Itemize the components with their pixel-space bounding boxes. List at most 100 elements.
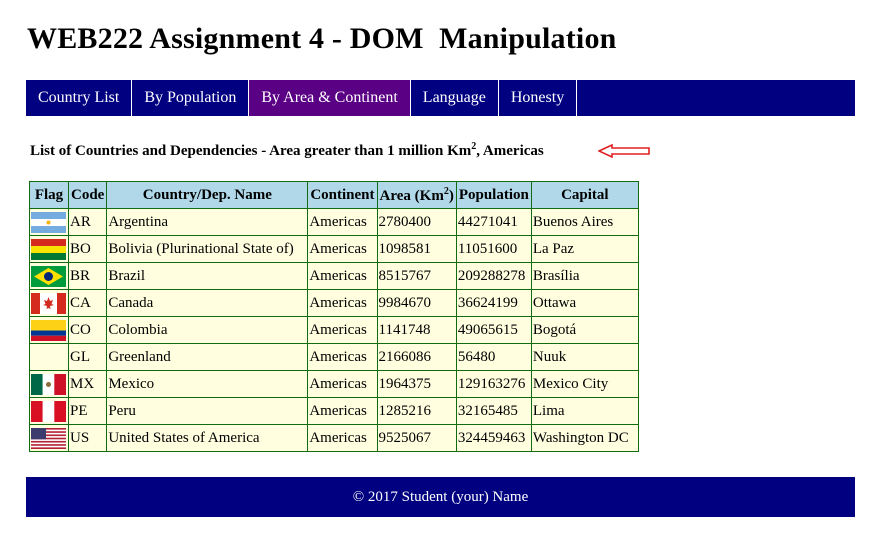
cell-area: 8515767: [376, 262, 457, 290]
cell-name: Greenland: [106, 343, 309, 371]
footer: © 2017 Student (your) Name: [26, 477, 855, 517]
cell-code: PE: [67, 397, 108, 425]
flag-canada-icon: [31, 292, 66, 314]
header-flag: Flag: [29, 181, 69, 209]
header-capital: Capital: [530, 181, 639, 209]
cell-capital: Mexico City: [530, 370, 639, 398]
cell-continent: Americas: [307, 343, 378, 371]
cell-population: 36624199: [455, 289, 532, 317]
cell-flag: [29, 289, 69, 317]
cell-capital: Nuuk: [530, 343, 639, 371]
cell-population: 324459463: [455, 424, 532, 452]
table-row: GL Greenland Americas 2166086 56480 Nuuk: [29, 343, 639, 371]
cell-code: BR: [67, 262, 108, 290]
cell-area: 9984670: [376, 289, 457, 317]
table-caption: List of Countries and Dependencies - Are…: [30, 141, 544, 160]
table-row: PE Peru Americas 1285216 32165485 Lima: [29, 397, 639, 425]
table-row: MX Mexico Americas 1964375 129163276 Mexico C…: [29, 370, 639, 398]
flag-colombia-icon: [31, 319, 66, 341]
cell-population: 11051600: [455, 235, 532, 263]
cell-capital: Bogotá: [530, 316, 639, 344]
cell-population: 32165485: [455, 397, 532, 425]
cell-code: CO: [67, 316, 108, 344]
cell-continent: Americas: [307, 424, 378, 452]
cell-flag: [29, 316, 69, 344]
flag-mexico-icon: [31, 373, 66, 395]
cell-name: Canada: [106, 289, 309, 317]
cell-flag: [29, 208, 69, 236]
cell-area: 2780400: [376, 208, 457, 236]
cell-capital: Brasília: [530, 262, 639, 290]
cell-population: 44271041: [455, 208, 532, 236]
flag-usa-icon: [31, 427, 66, 449]
table-row: BR Brazil Americas 8515767 209288278 Brasília: [29, 262, 639, 290]
nav-by-area-continent[interactable]: By Area & Continent: [249, 80, 411, 116]
cell-code: BO: [67, 235, 108, 263]
header-area-text: Area (Km: [379, 187, 444, 204]
cell-population: 49065615: [455, 316, 532, 344]
cell-area: 1964375: [376, 370, 457, 398]
cell-code: US: [67, 424, 108, 452]
cell-area: 2166086: [376, 343, 457, 371]
cell-name: Bolivia (Plurinational State of): [106, 235, 309, 263]
cell-code: GL: [67, 343, 108, 371]
flag-brazil-icon: [31, 265, 66, 287]
flag-peru-icon: [31, 400, 66, 422]
header-name: Country/Dep. Name: [106, 181, 309, 209]
cell-continent: Americas: [307, 370, 378, 398]
cell-population: 129163276: [455, 370, 532, 398]
cell-population: 209288278: [455, 262, 532, 290]
cell-flag: [29, 262, 69, 290]
nav-country-list[interactable]: Country List: [26, 80, 133, 116]
cell-capital: La Paz: [530, 235, 639, 263]
cell-continent: Americas: [307, 208, 378, 236]
cell-continent: Americas: [307, 235, 378, 263]
nav-by-population[interactable]: By Population: [132, 80, 250, 116]
cell-flag: [29, 424, 69, 452]
cell-flag: [29, 235, 69, 263]
table-header-row: Flag Code Country/Dep. Name Continent Ar…: [29, 181, 639, 209]
cell-code: AR: [67, 208, 108, 236]
page-title: WEB222 Assignment 4 - DOM Manipulation: [27, 22, 617, 55]
countries-table: Flag Code Country/Dep. Name Continent Ar…: [29, 181, 639, 452]
flag-bolivia-icon: [31, 238, 66, 260]
cell-continent: Americas: [307, 316, 378, 344]
caption-text: List of Countries and Dependencies - Are…: [30, 143, 472, 159]
cell-flag: [29, 397, 69, 425]
cell-name: Brazil: [106, 262, 309, 290]
cell-area: 1098581: [376, 235, 457, 263]
cell-continent: Americas: [307, 262, 378, 290]
header-code: Code: [67, 181, 108, 209]
header-population: Population: [455, 181, 532, 209]
cell-area: 1285216: [376, 397, 457, 425]
cell-population: 56480: [455, 343, 532, 371]
table-row: US United States of America Americas 952506…: [29, 424, 639, 452]
cell-flag: [29, 370, 69, 398]
cell-name: Colombia: [106, 316, 309, 344]
cell-continent: Americas: [307, 397, 378, 425]
red-arrow-left-icon: [598, 143, 650, 159]
cell-area: 9525067: [376, 424, 457, 452]
flag-argentina-icon: [31, 211, 66, 233]
cell-flag: [29, 343, 69, 371]
table-row: CO Colombia Americas 1141748 49065615 Bogotá: [29, 316, 639, 344]
cell-name: Mexico: [106, 370, 309, 398]
cell-name: Peru: [106, 397, 309, 425]
cell-name: Argentina: [106, 208, 309, 236]
cell-capital: Lima: [530, 397, 639, 425]
caption-suffix: , Americas: [476, 143, 544, 159]
cell-continent: Americas: [307, 289, 378, 317]
cell-name: United States of America: [106, 424, 309, 452]
header-area: Area (Km2): [376, 181, 457, 209]
main-nav: Country List By Population By Area & Con…: [26, 80, 855, 116]
nav-language[interactable]: Language: [411, 80, 499, 116]
table-row: CA Canada Americas 9984670 36624199 Ottawa: [29, 289, 639, 317]
cell-capital: Ottawa: [530, 289, 639, 317]
cell-code: MX: [67, 370, 108, 398]
nav-honesty[interactable]: Honesty: [499, 80, 578, 116]
cell-area: 1141748: [376, 316, 457, 344]
cell-capital: Buenos Aires: [530, 208, 639, 236]
cell-capital: Washington DC: [530, 424, 639, 452]
header-area-close: ): [448, 187, 454, 204]
table-row: AR Argentina Americas 2780400 44271041 Buenos…: [29, 208, 639, 236]
